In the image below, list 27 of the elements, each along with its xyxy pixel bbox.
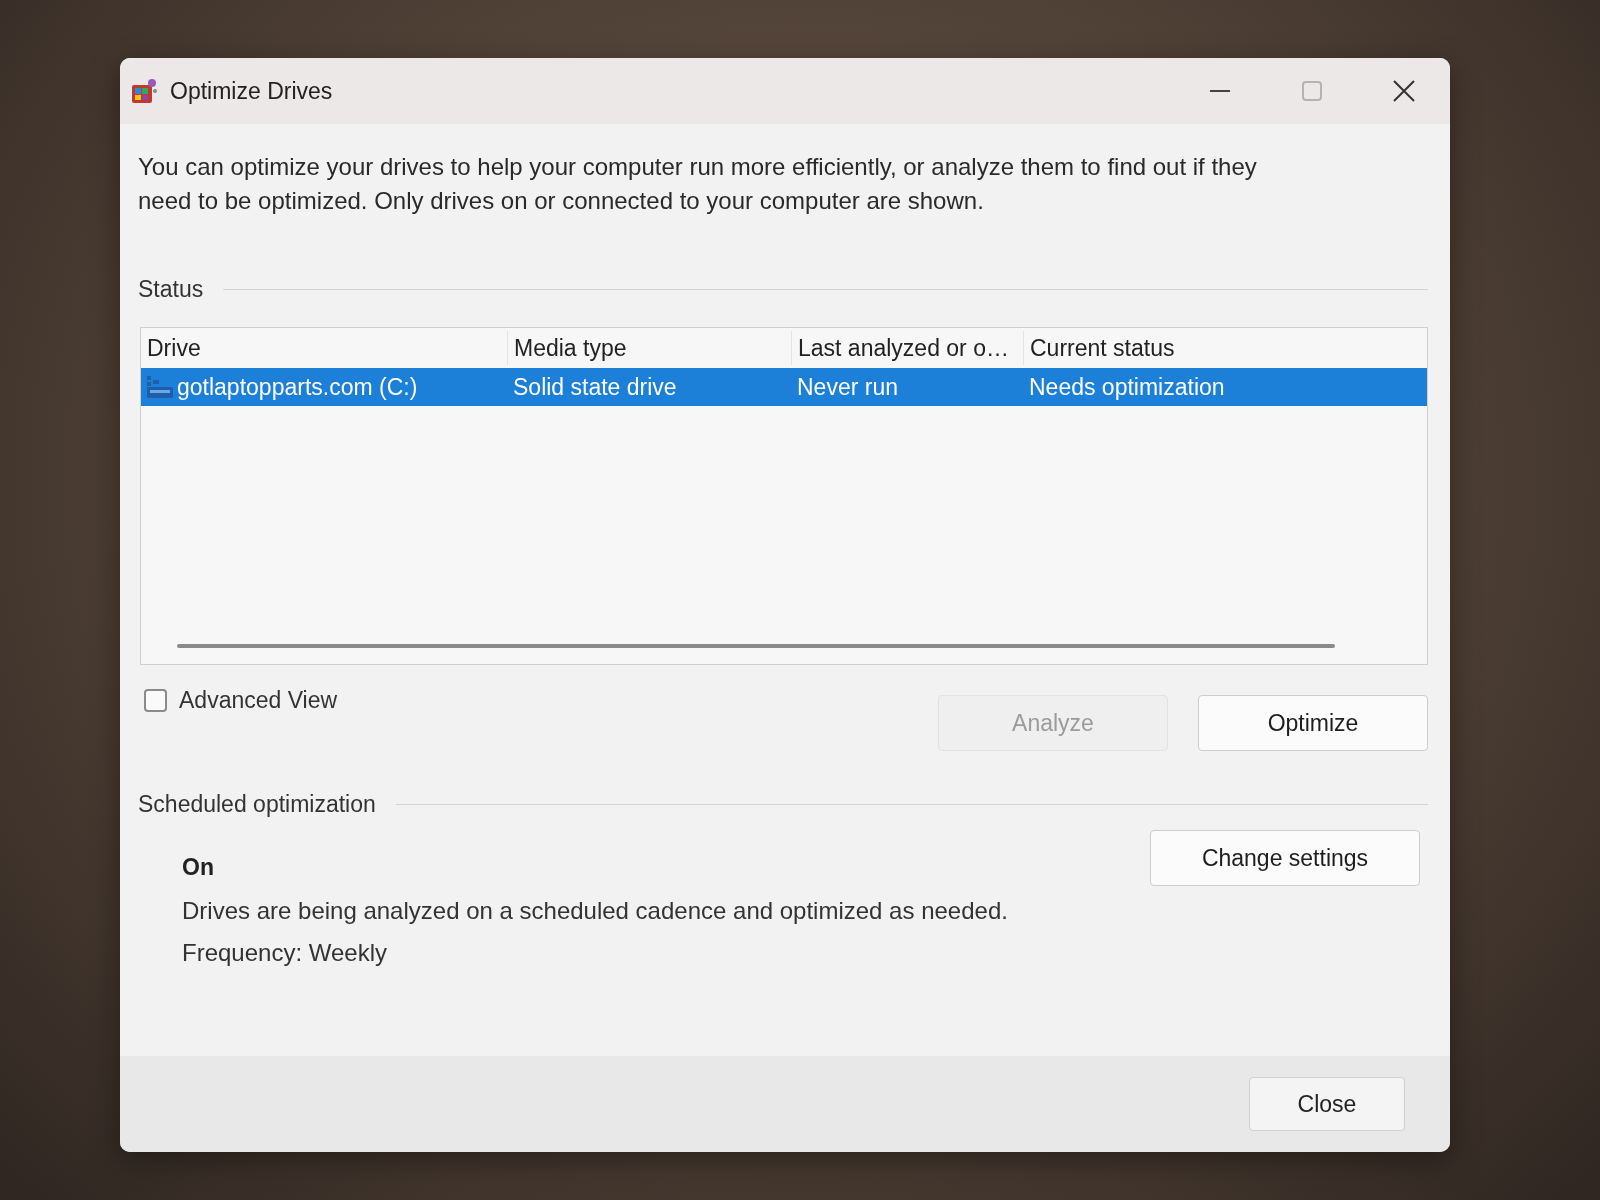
description-text: You can optimize your drives to help your computer run more efficiently, or analyze them to find out if they need to be optimized. Only drives on or connected to your computer are shown.: [138, 152, 1258, 216]
app-icon: [130, 77, 158, 105]
table-cell: Needs optimization: [1029, 373, 1225, 401]
section-label: Status: [138, 276, 204, 303]
column-header[interactable]: Last analyzed or o…: [791, 331, 1023, 365]
table-row[interactable]: gotlaptopparts.com (C:) Solid state drive Never run Needs optimization: [141, 368, 1427, 406]
window-title: Optimize Drives: [170, 77, 334, 105]
close-icon: [1393, 80, 1415, 102]
close-dialog-button[interactable]: Close: [1249, 1077, 1405, 1131]
column-header[interactable]: Drive: [141, 331, 507, 365]
table-cell: gotlaptopparts.com (C:): [177, 373, 418, 401]
scrollbar[interactable]: [177, 644, 1335, 648]
maximize-icon: [1302, 81, 1322, 101]
schedule-description: Drives are being analyzed on a scheduled cadence and optimized as needed.: [182, 897, 1009, 925]
table-cell: Never run: [797, 373, 898, 401]
checkbox-label[interactable]: Advanced View: [179, 687, 338, 714]
schedule-frequency: Frequency: Weekly: [182, 939, 388, 967]
checkbox[interactable]: [144, 689, 167, 712]
table-cell: Solid state drive: [513, 373, 677, 401]
minimize-icon: [1210, 90, 1230, 92]
change-settings-button[interactable]: Change settings: [1150, 830, 1420, 886]
column-header[interactable]: Media type: [507, 331, 791, 365]
schedule-state: On: [182, 854, 215, 881]
drive-icon: [147, 376, 173, 398]
section-label: Scheduled optimization: [138, 791, 376, 818]
column-header[interactable]: Current status: [1023, 331, 1427, 365]
optimize-button[interactable]: Optimize: [1198, 695, 1428, 751]
